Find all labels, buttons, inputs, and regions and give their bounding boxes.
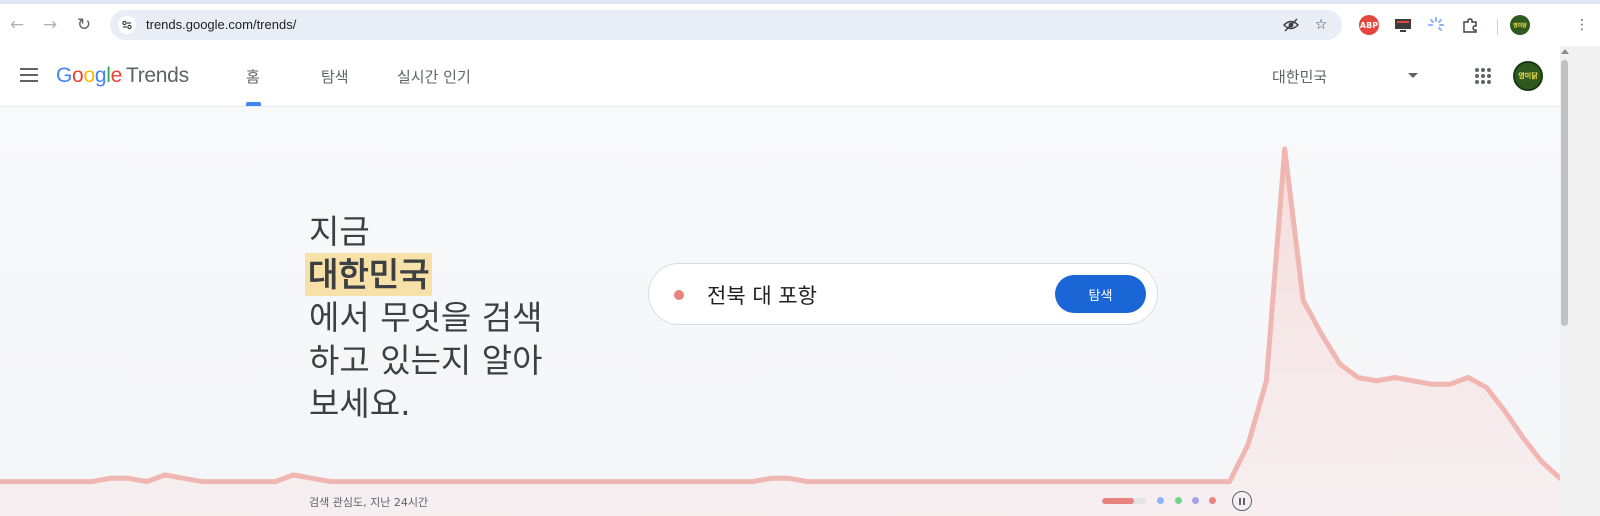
reload-button[interactable]: ↻ xyxy=(72,13,96,37)
headline-line-5: 보세요. xyxy=(309,384,411,423)
highlighted-region: 대한민국 xyxy=(305,253,433,296)
chart-area xyxy=(0,149,1560,516)
address-bar[interactable]: trends.google.com/trends/ ☆ xyxy=(110,10,1342,40)
site-info-icon[interactable] xyxy=(118,16,136,34)
google-trends-logo[interactable]: Google Trends xyxy=(56,64,189,88)
avatar[interactable]: 영미닭 xyxy=(1513,61,1543,91)
loading-extension-icon[interactable] xyxy=(1426,15,1446,35)
series-color-dot xyxy=(674,290,684,300)
arrow-left-icon: ← xyxy=(9,15,25,35)
active-tab-indicator xyxy=(246,102,261,106)
toolbar-divider xyxy=(1497,19,1498,35)
reload-icon: ↻ xyxy=(76,15,92,35)
abp-extension-icon[interactable]: ABP xyxy=(1359,15,1379,35)
trends-header: Google Trends 홈 탐색 실시간 인기 대한민국 영미닭 xyxy=(0,46,1560,107)
headline-line-3: 에서 무엇을 검색 xyxy=(309,298,543,337)
profile-avatar[interactable]: 영미닭 xyxy=(1510,15,1530,35)
url-text[interactable]: trends.google.com/trends/ xyxy=(146,17,296,32)
menu-icon[interactable] xyxy=(20,68,38,82)
arrow-right-icon: → xyxy=(42,15,58,35)
trending-search-term[interactable]: 전북 대 포항 xyxy=(707,280,817,310)
screen-extension-icon[interactable] xyxy=(1393,15,1413,35)
eye-off-icon[interactable] xyxy=(1282,16,1300,34)
forward-button[interactable]: → xyxy=(38,13,62,37)
chevron-down-icon[interactable] xyxy=(1408,73,1418,78)
hero-headline: 지금 대한민국 에서 무엇을 검색 하고 있는지 알아 보세요. xyxy=(305,210,543,425)
scroll-up-icon[interactable] xyxy=(1561,49,1569,54)
hero-section: 지금 대한민국 에서 무엇을 검색 하고 있는지 알아 보세요. 전북 대 포항… xyxy=(0,107,1560,516)
bookmark-star-icon[interactable]: ☆ xyxy=(1312,16,1330,34)
pause-button[interactable] xyxy=(1232,491,1252,511)
tab-trending-now[interactable]: 실시간 인기 xyxy=(397,66,471,87)
scrollbar-thumb[interactable] xyxy=(1561,60,1568,326)
carousel-dot-2[interactable] xyxy=(1157,497,1164,504)
trending-search-card[interactable]: 전북 대 포항 탐색 xyxy=(648,263,1158,325)
headline-line-1: 지금 xyxy=(309,212,370,251)
explore-button[interactable]: 탐색 xyxy=(1055,275,1146,313)
carousel-dot-1[interactable] xyxy=(1102,498,1146,504)
tab-home[interactable]: 홈 xyxy=(246,66,260,87)
tab-explore[interactable]: 탐색 xyxy=(321,66,349,87)
carousel-dot-5[interactable] xyxy=(1209,497,1216,504)
browser-toolbar: ← → ↻ trends.google.com/trends/ ☆ ABP 영미… xyxy=(0,0,1600,46)
chart-caption: 검색 관심도, 지난 24시간 xyxy=(309,496,429,509)
logo-product-name: Trends xyxy=(125,64,189,87)
back-button[interactable]: ← xyxy=(5,13,29,37)
headline-line-4: 하고 있는지 알아 xyxy=(309,341,543,380)
apps-grid-icon[interactable] xyxy=(1475,68,1491,84)
puzzle-extension-icon[interactable] xyxy=(1460,15,1480,35)
more-menu-icon[interactable]: ⋮ xyxy=(1570,13,1594,37)
carousel-dot-4[interactable] xyxy=(1192,497,1199,504)
region-select[interactable]: 대한민국 xyxy=(1272,66,1327,87)
carousel-dot-3[interactable] xyxy=(1175,497,1182,504)
